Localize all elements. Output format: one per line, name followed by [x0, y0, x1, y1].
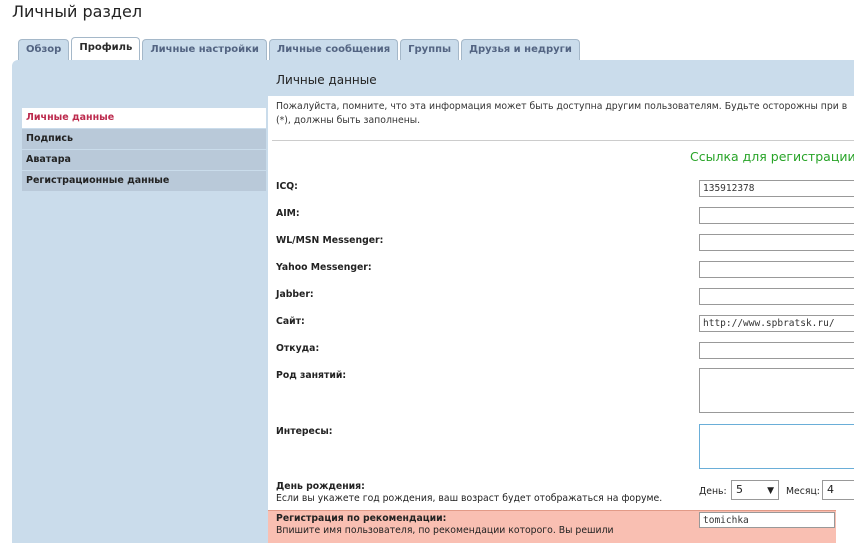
referral-row: Регистрация по рекомендации: Впишите имя…: [268, 510, 836, 543]
interests-label: Интересы:: [276, 426, 333, 437]
jabber-input[interactable]: [699, 288, 854, 305]
birthday-label: День рождения:: [276, 481, 365, 492]
msn-label: WL/MSN Messenger:: [276, 235, 384, 246]
referral-input[interactable]: [699, 512, 835, 528]
day-select[interactable]: 5 ▼: [731, 480, 779, 500]
sidebar-nav: Личные данные Подпись Аватара Регистраци…: [22, 108, 266, 192]
privacy-notice-line-1: Пожалуйста, помните, что эта информация …: [276, 101, 848, 112]
aim-label: AIM:: [276, 208, 300, 219]
privacy-notice-line-2: (*), должны быть заполнены.: [276, 115, 421, 126]
occupation-label: Род занятий:: [276, 370, 347, 381]
day-label: День:: [699, 486, 727, 497]
referral-hint: Впишите имя пользователя, по рекомендаци…: [276, 525, 614, 536]
tab-private-messages[interactable]: Личные сообщения: [268, 39, 399, 60]
sidebar-item-signature[interactable]: Подпись: [22, 129, 266, 149]
yahoo-label: Yahoo Messenger:: [276, 262, 372, 273]
tab-personal-settings[interactable]: Личные настройки: [142, 39, 267, 60]
chevron-down-icon: ▼: [767, 486, 774, 496]
page-title: Личный раздел: [12, 2, 143, 21]
privacy-notice: Пожалуйста, помните, что эта информация …: [276, 100, 854, 128]
website-label: Сайт:: [276, 316, 305, 327]
tab-overview[interactable]: Обзор: [18, 39, 70, 60]
tab-profile[interactable]: Профиль: [71, 37, 141, 60]
occupation-textarea[interactable]: [699, 368, 854, 413]
tab-friends-foes[interactable]: Друзья и недруги: [461, 39, 580, 60]
content-area: Личные данные Пожалуйста, помните, что э…: [268, 66, 854, 543]
yahoo-input[interactable]: [699, 261, 854, 278]
location-label: Откуда:: [276, 343, 320, 354]
birthday-hint: Если вы укажете год рождения, ваш возрас…: [276, 493, 663, 504]
month-select-value: 4: [827, 483, 834, 496]
msn-input[interactable]: [699, 234, 854, 251]
profile-form: Пожалуйста, помните, что эта информация …: [268, 96, 854, 543]
interests-textarea[interactable]: [699, 424, 854, 469]
tab-bar: Обзор Профиль Личные настройки Личные со…: [18, 37, 582, 60]
sidebar-item-avatar[interactable]: Аватара: [22, 150, 266, 170]
website-input[interactable]: [699, 315, 854, 332]
jabber-label: Jabber:: [276, 289, 314, 300]
referral-label: Регистрация по рекомендации:: [276, 513, 447, 524]
aim-input[interactable]: [699, 207, 854, 224]
icq-label: ICQ:: [276, 181, 298, 192]
registration-link[interactable]: Ссылка для регистрации: [690, 149, 854, 164]
tab-groups[interactable]: Группы: [400, 39, 460, 60]
divider: [272, 140, 854, 141]
month-label: Месяц:: [786, 486, 820, 497]
location-input[interactable]: [699, 342, 854, 359]
sidebar-item-registration-data[interactable]: Регистрационные данные: [22, 171, 266, 191]
sidebar-item-personal-data[interactable]: Личные данные: [22, 108, 266, 128]
section-title: Личные данные: [276, 73, 377, 87]
icq-input[interactable]: [699, 180, 854, 197]
day-select-value: 5: [736, 483, 743, 496]
month-select[interactable]: 4: [822, 480, 854, 500]
